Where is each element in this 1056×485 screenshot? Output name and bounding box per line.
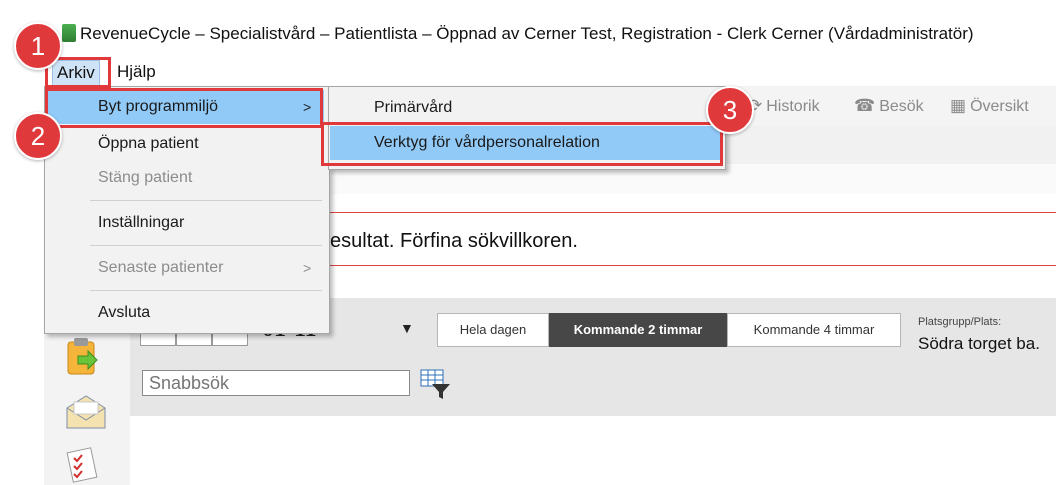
quick-search-input[interactable] [142,370,410,396]
patient-list-icon[interactable] [64,336,104,378]
menu-separator [90,200,322,201]
place-value[interactable]: Södra torget ba. [918,334,1040,354]
visit-icon: ☎ [854,96,876,115]
checklist-icon[interactable] [64,446,104,485]
toolbar-overview-button[interactable]: ▦ Översikt [950,96,1029,116]
step-badge-2: 2 [14,112,62,160]
app-icon [62,24,76,42]
menu-item-open-patient[interactable]: Öppna patient [98,135,199,153]
menu-bar [0,58,1056,86]
date-dropdown-icon[interactable]: ▼ [400,320,414,336]
submenu-arrow-icon: > [303,260,312,276]
menu-item-recent-patients: Senaste patienter [98,259,224,276]
toolbar-history-button[interactable]: ⟳ Historik [748,96,820,116]
step-badge-1: 1 [14,22,62,70]
range-next-2-hours-button[interactable]: Kommande 2 timmar [549,313,727,347]
place-label: Platsgrupp/Plats: [918,316,1002,328]
patient-list-area [130,416,1056,485]
menu-item-close-patient: Stäng patient [98,169,193,186]
message-text: esultat. Förfina sökvillkoren. [330,230,578,252]
submenu-item-primary-care[interactable]: Primärvård [374,99,452,117]
menu-separator [90,245,322,246]
step-badge-3: 3 [706,86,754,134]
mail-icon[interactable] [64,392,108,432]
overview-icon: ▦ [950,96,967,115]
menu-separator [90,290,322,291]
window-title: RevenueCycle – Specialistvård – Patientl… [80,24,974,43]
annotation-box-2 [45,88,323,128]
menu-hjalp[interactable]: Hjälp [117,60,156,84]
menu-item-exit[interactable]: Avsluta [98,304,150,322]
toolbar-visit-button[interactable]: ☎ Besök [854,96,924,116]
filter-icon[interactable] [420,368,452,400]
menu-item-settings[interactable]: Inställningar [98,214,184,232]
annotation-box-3 [321,122,723,166]
range-whole-day-button[interactable]: Hela dagen [437,313,549,347]
range-next-4-hours-button[interactable]: Kommande 4 timmar [727,313,901,347]
